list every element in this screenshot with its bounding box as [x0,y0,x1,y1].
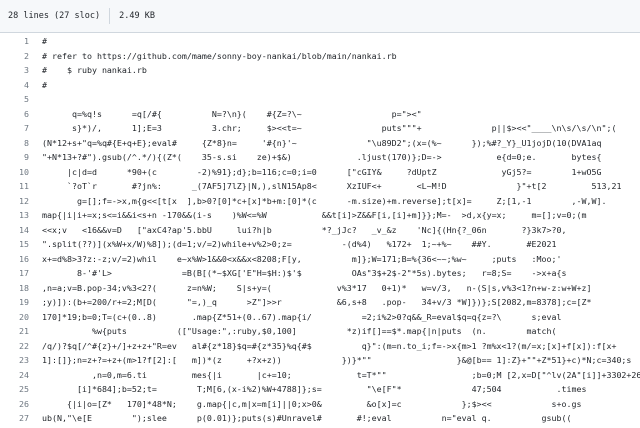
line-number[interactable]: 17 [0,266,29,281]
code-line: 16 x+=d%8>3?z:-z;v/=2)whil e~x%W>1&&0<x&&… [0,252,640,267]
code-text: "+N*13+?#").gsub(/^.*/){(Z*( 35-s.si ze)… [42,152,602,162]
line-number[interactable]: 3 [0,63,29,78]
code-text: s}*)/, 1];E=3 3.chr; $><<t=~ puts"""+ p|… [42,123,617,133]
code-text: q=%q!s =q[/#{ N=?\n}( #{Z=?\~ p="><" [42,108,422,119]
code-text: # [42,79,47,90]
line-number[interactable]: 22 [0,339,29,354]
code-line: 8 (N*12+s+"q=%q#{E+q+E};eval# {Z*8}n= '#{… [0,136,640,151]
code-line: 9 "+N*13+?#").gsub(/^.*/){(Z*( 35-s.si ze… [0,150,640,165]
divider [109,8,111,24]
line-number[interactable]: 26 [0,397,29,412]
code-line: 26 {|i|o=[Z* 170]*48*N; g.map{|c,m|x=m[i… [0,397,640,412]
code-line: 15 ".split(??)](x%W+x/W)%8]);(d=1;v/=2)wh… [0,237,640,252]
code-text: /q/)?$q[/^#{z}+/]+z+z+"R=ev al#{z*18}$q=… [42,340,617,351]
line-number[interactable]: 6 [0,107,29,122]
code-text: 1]:[]};n=z+?=+z+(m>1?f[2]:[ m])*(z +?x+z… [42,355,632,365]
code-text: x+=d%8>3?z:-z;v/=2)whil e~x%W>1&&0<x&&x<… [42,253,562,264]
code-line: 18 ,n=a;v=B.pop-34;v%3<2?( z=n%W; S|s+y=(… [0,281,640,296]
line-number[interactable]: 7 [0,121,29,136]
line-number[interactable]: 27 [0,411,29,426]
code-text: ,n=0,m=6.ti mes{|i |c+=10; t=T*"" ;b=0;M… [42,369,640,380]
code-text: ".split(??)](x%W+x/W)%8]);(d=1;v/=2)whil… [42,239,557,249]
code-line: 3 # $ ruby nankai.rb [0,63,640,78]
code-text: %w{puts (["Usage:",:ruby,$0,100] *z)if[]… [42,326,557,336]
code-text: `?oT`r #?jn%: _(7AF5]7lZ}|N,),slN15Ap8< … [42,181,622,191]
line-number[interactable]: 1 [0,34,29,49]
code-text: # $ ruby nankai.rb [42,65,147,75]
code-line: 17 8-'#'L> =B(B[(*~$XG['E"H=$H:)$'$ OAs"… [0,266,640,281]
code-line: 4 # [0,78,640,93]
code-line: 2 # refer to https://github.com/mame/sonn… [0,49,640,64]
code-text: 8-'#'L> =B(B[(*~$XG['E"H=$H:)$'$ OAs"3$+… [42,268,567,278]
line-number[interactable]: 23 [0,353,29,368]
code-text: ;y)]):(b+=200/r+=2;M[D( "=,)_q >Z"]>>r &… [42,297,592,307]
code-text: [i]*684];b=52;t= T;M[6,(x-i%2)%W+4788]};… [42,384,587,394]
file-info-bar: 28 lines (27 sloc) 2.49 KB [0,0,640,33]
line-number[interactable]: 18 [0,281,29,296]
line-number[interactable]: 14 [0,223,29,238]
line-number[interactable]: 10 [0,165,29,180]
code-line: 25 [i]*684];b=52;t= T;M[6,(x-i%2)%W+4788… [0,382,640,397]
code-line: 12 g=[];f=->x,m{g<<[t[x ],b>0?[0]*c+[x]*… [0,194,640,209]
line-number[interactable]: 24 [0,368,29,383]
file-size: 2.49 KB [119,11,155,21]
line-number[interactable]: 12 [0,194,29,209]
line-number[interactable]: 21 [0,324,29,339]
code-line: 11 `?oT`r #?jn%: _(7AF5]7lZ}|N,),slN15Ap… [0,179,640,194]
line-number[interactable]: 15 [0,237,29,252]
code-text: <<x;v <16&&v=D ["axC4?ap'5.bbU lui?h|b *… [42,224,567,235]
code-line: 19 ;y)]):(b+=200/r+=2;M[D( "=,)_q >Z"]>>r… [0,295,640,310]
code-view: 1 #2 # refer to https://github.com/mame/so… [0,34,640,428]
line-number[interactable]: 19 [0,295,29,310]
code-line: 22/q/)?$q[/^#{z}+/]+z+z+"R=ev al#{z*18}$… [0,339,640,354]
line-number[interactable]: 20 [0,310,29,325]
code-line: 20 170]*19;b=0;T=(c+(0..8) .map{Z*51+(0..… [0,310,640,325]
line-number[interactable]: 25 [0,382,29,397]
line-number[interactable]: 8 [0,136,29,151]
code-line: 13 map{|i|i+=x;s<=i&&i<s+n -170&&(i-s )%W… [0,208,640,223]
code-text: |c|d=d *90+(c -2)%91};d};b=116;c=0;i=0 [… [42,166,602,177]
code-text: {|i|o=[Z* 170]*48*N; g.map{|c,m|x=m[i]||… [42,398,582,409]
code-text: # [42,36,47,46]
code-text: map{|i|i+=x;s<=i&&i<s+n -170&&(i-s )%W<=… [42,210,587,220]
code-text: # refer to https://github.com/mame/sonny… [42,50,397,61]
code-line: 27 ub(N,"\e[E ");slee p(0.01)};puts(s)#Un… [0,411,640,426]
line-count: 28 lines (27 sloc) [8,11,101,21]
code-line: 14 <<x;v <16&&v=D ["axC4?ap'5.bbU lui?h|b… [0,223,640,238]
code-line: 5 [0,92,640,107]
code-line: 24 ,n=0,m=6.ti mes{|i |c+=10; t=T*"" ;b=… [0,368,640,383]
code-text: g=[];f=->x,m{g<<[t[x ],b>0?[0]*c+[x]*b+m… [42,195,607,206]
line-number[interactable]: 2 [0,49,29,64]
code-text: 170]*19;b=0;T=(c+(0..8) .map{Z*51+(0..67… [42,311,562,322]
line-number[interactable]: 5 [0,92,29,107]
line-number[interactable]: 4 [0,78,29,93]
line-number[interactable]: 13 [0,208,29,223]
code-line: 7 s}*)/, 1];E=3 3.chr; $><<t=~ puts"""+ … [0,121,640,136]
code-line: 1 # [0,34,640,49]
code-text: ,n=a;v=B.pop-34;v%3<2?( z=n%W; S|s+y=( v… [42,282,592,293]
line-number[interactable]: 16 [0,252,29,267]
line-number[interactable]: 9 [0,150,29,165]
code-text: ub(N,"\e[E ");slee p(0.01)};puts(s)#Unra… [42,413,572,423]
code-line: 23 1]:[]};n=z+?=+z+(m>1?f[2]:[ m])*(z +?x… [0,353,640,368]
code-line: 10 |c|d=d *90+(c -2)%91};d};b=116;c=0;i=… [0,165,640,180]
code-line: 21 %w{puts (["Usage:",:ruby,$0,100] *z)i… [0,324,640,339]
code-line: 6 q=%q!s =q[/#{ N=?\n}( #{Z=?\~ p="><" [0,107,640,122]
line-number[interactable]: 11 [0,179,29,194]
code-text: (N*12+s+"q=%q#{E+q+E};eval# {Z*8}n= '#{n… [42,137,602,148]
